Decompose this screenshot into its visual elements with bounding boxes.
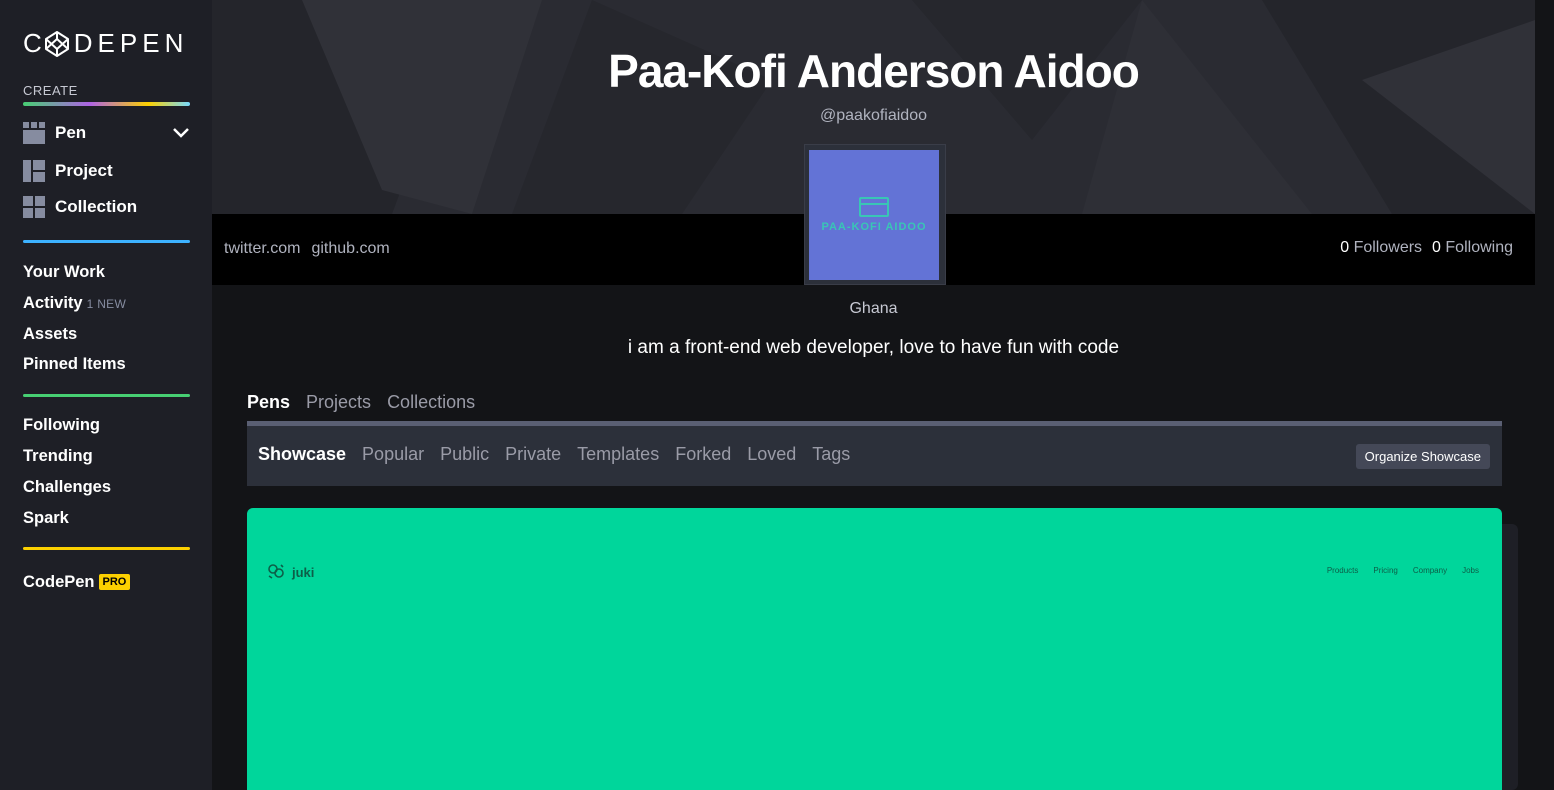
followers-label: Followers: [1353, 239, 1423, 256]
preview-brand: juki: [267, 563, 314, 582]
pens-subnav: Showcase Popular Public Private Template…: [247, 426, 1502, 486]
nav-trending[interactable]: Trending: [23, 447, 93, 466]
subtab-loved[interactable]: Loved: [747, 444, 796, 465]
create-project-label: Project: [55, 161, 113, 180]
divider-yellow: [23, 547, 190, 550]
nav-pinned-items[interactable]: Pinned Items: [23, 355, 126, 374]
profile-handle: @paakofiaidoo: [820, 107, 927, 124]
following-link[interactable]: 0 Following: [1432, 239, 1513, 257]
codepen-cube-icon: [44, 30, 70, 58]
follow-stats: 0 Followers 0 Following: [1340, 239, 1513, 257]
subtab-public[interactable]: Public: [440, 444, 489, 465]
avatar-frame: PAA-KOFI AIDOO: [804, 144, 946, 285]
juki-logo-icon: [267, 563, 285, 582]
showcase-pen-preview[interactable]: juki Products Pricing Company Jobs: [247, 508, 1502, 790]
codepen-logo[interactable]: C DEPEN: [23, 28, 188, 59]
organize-showcase-button[interactable]: Organize Showcase: [1355, 444, 1490, 469]
profile-links: twitter.com github.com: [224, 240, 390, 258]
following-count: 0: [1432, 239, 1441, 256]
preview-menu-company: Company: [1412, 566, 1448, 575]
subtab-forked[interactable]: Forked: [675, 444, 731, 465]
avatar-text: PAA-KOFI AIDOO: [821, 221, 927, 233]
create-pen-label: Pen: [55, 123, 87, 142]
chevron-down-icon[interactable]: [172, 126, 190, 140]
subtab-private[interactable]: Private: [505, 444, 561, 465]
project-layout-icon: [23, 160, 45, 182]
tab-collections[interactable]: Collections: [387, 392, 475, 413]
rainbow-divider: [23, 102, 190, 106]
following-label: Following: [1445, 239, 1513, 256]
preview-menu-pricing: Pricing: [1373, 566, 1398, 575]
subtabs: Showcase Popular Public Private Template…: [258, 444, 850, 465]
tab-projects[interactable]: Projects: [306, 392, 371, 413]
profile-bio: i am a front-end web developer, love to …: [627, 337, 1120, 358]
profile-name: Paa-Kofi Anderson Aidoo: [608, 45, 1140, 97]
subtab-tags[interactable]: Tags: [812, 444, 850, 465]
followers-link[interactable]: 0 Followers: [1340, 239, 1422, 257]
create-collection-button[interactable]: Collection: [23, 196, 137, 218]
profile-tabs: Pens Projects Collections: [247, 392, 475, 413]
divider-blue: [23, 240, 190, 243]
create-project-button[interactable]: Project: [23, 160, 113, 182]
nav-codepen-pro[interactable]: CodePen PRO: [23, 573, 131, 592]
preview-brand-name: juki: [292, 565, 315, 580]
subtab-popular[interactable]: Popular: [362, 444, 424, 465]
nav-your-work[interactable]: Your Work: [23, 263, 105, 282]
tab-pens[interactable]: Pens: [247, 392, 290, 413]
nav-spark[interactable]: Spark: [23, 509, 69, 528]
divider-green: [23, 394, 190, 397]
profile-location: Ghana: [849, 300, 898, 317]
nav-assets[interactable]: Assets: [23, 325, 77, 344]
twitter-link[interactable]: twitter.com: [224, 240, 300, 258]
create-label: CREATE: [23, 83, 78, 98]
preview-menu: Products Pricing Company Jobs: [1327, 566, 1479, 575]
subtab-showcase[interactable]: Showcase: [258, 444, 346, 465]
subtab-templates[interactable]: Templates: [577, 444, 659, 465]
logo-letter: C: [23, 28, 42, 58]
logo-text: DEPEN: [73, 28, 189, 58]
pen-grid-icon: [23, 122, 45, 144]
codepen-pro-label: CodePen: [23, 573, 95, 591]
preview-menu-jobs: Jobs: [1462, 566, 1479, 575]
nav-following[interactable]: Following: [23, 416, 100, 435]
preview-menu-products: Products: [1326, 566, 1359, 575]
nav-activity-label: Activity: [23, 294, 83, 312]
followers-count: 0: [1340, 239, 1350, 256]
avatar[interactable]: PAA-KOFI AIDOO: [809, 150, 939, 280]
browser-window-icon: [859, 197, 889, 217]
github-link[interactable]: github.com: [311, 240, 389, 258]
pro-badge: PRO: [98, 574, 131, 590]
nav-activity[interactable]: Activity 1 NEW: [23, 294, 126, 313]
collection-grid-icon: [23, 196, 45, 218]
sidebar: C DEPEN CREATE Pen Project Collection Yo…: [0, 0, 212, 790]
create-pen-button[interactable]: Pen: [23, 122, 86, 144]
create-collection-label: Collection: [55, 197, 138, 216]
activity-new-badge: 1 NEW: [86, 297, 127, 311]
nav-challenges[interactable]: Challenges: [23, 478, 111, 497]
